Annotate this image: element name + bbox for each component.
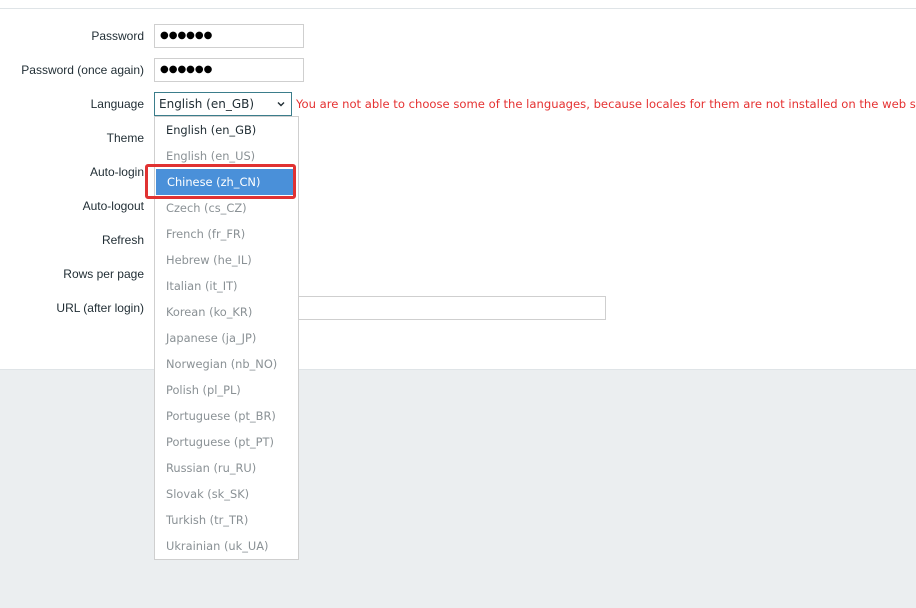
password-field[interactable]: ●●●●●●: [154, 24, 304, 48]
language-option[interactable]: Ukrainian (uk_UA): [155, 533, 298, 559]
language-option[interactable]: Portuguese (pt_PT): [155, 429, 298, 455]
language-warning: You are not able to choose some of the l…: [296, 97, 916, 111]
password-label: Password: [91, 29, 144, 43]
auto-logout-label: Auto-logout: [82, 199, 144, 213]
language-option[interactable]: Slovak (sk_SK): [155, 481, 298, 507]
language-label: Language: [90, 97, 144, 111]
theme-label: Theme: [106, 131, 144, 145]
refresh-label: Refresh: [101, 233, 144, 247]
language-option[interactable]: Italian (it_IT): [155, 273, 298, 299]
chevron-down-icon: [277, 102, 285, 107]
password-again-field[interactable]: ●●●●●●: [154, 58, 304, 82]
divider: [0, 8, 916, 9]
language-select-value: English (en_GB): [159, 97, 255, 111]
language-option[interactable]: Portuguese (pt_BR): [155, 403, 298, 429]
user-settings-form: Password ●●●●●● Password (once again) ●●…: [0, 0, 916, 370]
url-after-login-label: URL (after login): [56, 301, 144, 315]
password-again-value: ●●●●●●: [160, 64, 213, 75]
language-option[interactable]: Korean (ko_KR): [155, 299, 298, 325]
language-option[interactable]: Polish (pl_PL): [155, 377, 298, 403]
language-option[interactable]: Russian (ru_RU): [155, 455, 298, 481]
annotation-highlight-box: [145, 164, 296, 199]
language-option[interactable]: Turkish (tr_TR): [155, 507, 298, 533]
rows-per-page-label: Rows per page: [63, 267, 144, 281]
language-option[interactable]: Norwegian (nb_NO): [155, 351, 298, 377]
password-again-label: Password (once again): [21, 63, 144, 77]
language-option[interactable]: French (fr_FR): [155, 221, 298, 247]
language-select[interactable]: English (en_GB): [154, 92, 292, 116]
language-option[interactable]: Hebrew (he_IL): [155, 247, 298, 273]
url-after-login-field[interactable]: [298, 296, 606, 320]
password-value: ●●●●●●: [160, 30, 213, 41]
language-option[interactable]: English (en_GB): [155, 117, 298, 143]
language-option[interactable]: Japanese (ja_JP): [155, 325, 298, 351]
auto-login-label: Auto-login: [89, 165, 144, 179]
